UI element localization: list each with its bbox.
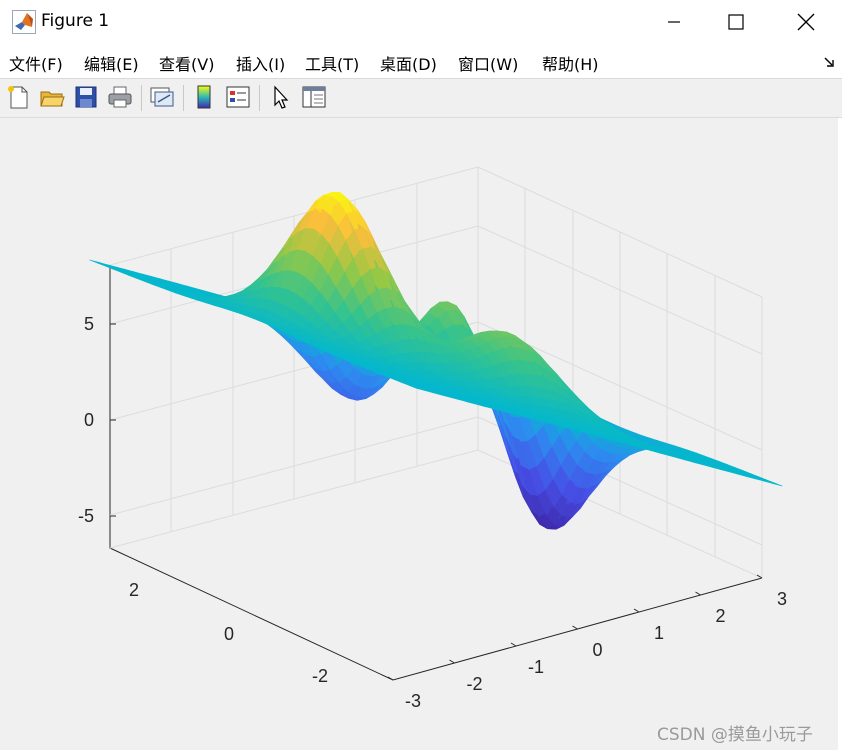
save-icon: [75, 86, 97, 108]
axis-tick: [572, 625, 578, 630]
new-figure-button[interactable]: [4, 83, 32, 111]
y-tick-label: 2: [129, 580, 139, 600]
axis-tick: [449, 659, 455, 664]
toolbar-separator: [141, 85, 142, 111]
toolbar-separator: [259, 85, 260, 111]
insert-legend-icon: [226, 86, 250, 108]
z-tick-label: 5: [84, 314, 94, 334]
y-tick-label: -2: [312, 666, 328, 686]
print-icon: [108, 86, 132, 108]
insert-legend-button[interactable]: [224, 83, 252, 111]
z-tick-label: -5: [78, 506, 94, 526]
surface-plot[interactable]: -5 0 5 -3 -2 -1 0 1 2 3 -2 0 2: [0, 118, 838, 750]
edit-plot-icon: [274, 85, 289, 109]
axis-tick: [510, 642, 517, 647]
maximize-icon: [728, 14, 744, 30]
open-file-icon: [40, 91, 65, 107]
menu-insert[interactable]: 插入(I): [236, 51, 285, 75]
matlab-logo-icon[interactable]: [12, 10, 36, 34]
x-tick-label: 2: [715, 606, 725, 626]
menu-help[interactable]: 帮助(H): [542, 51, 599, 75]
menu-edit[interactable]: 编辑(E): [84, 51, 139, 75]
dock-arrow-icon[interactable]: [823, 56, 835, 68]
close-button[interactable]: [783, 0, 829, 44]
minimize-button[interactable]: [651, 0, 697, 44]
menu-file[interactable]: 文件(F): [9, 51, 63, 75]
print-button[interactable]: [106, 83, 134, 111]
x-tick-label: 1: [654, 623, 664, 643]
new-figure-icon: [8, 86, 28, 109]
menu-view[interactable]: 查看(V): [159, 51, 214, 75]
menu-desktop[interactable]: 桌面(D): [380, 51, 437, 75]
menu-tools[interactable]: 工具(T): [305, 51, 359, 75]
menu-bar: 文件(F) 编辑(E) 查看(V) 插入(I) 工具(T) 桌面(D) 窗口(W…: [0, 44, 842, 79]
link-plot-button[interactable]: [148, 83, 176, 111]
y-tick-label: 0: [224, 624, 234, 644]
close-icon: [797, 13, 815, 31]
figure-toolbar: [0, 79, 842, 118]
x-tick-label: 3: [777, 589, 787, 609]
link-plot-icon: [150, 87, 174, 107]
watermark: CSDN @摸鱼小玩子: [657, 725, 813, 745]
x-tick-label: -2: [466, 674, 482, 694]
edit-plot-button[interactable]: [266, 83, 294, 111]
surface-patch: [765, 480, 783, 487]
open-file-button[interactable]: [38, 83, 66, 111]
x-tick-label: 0: [592, 640, 602, 660]
axis-tick: [695, 591, 701, 596]
window-edge: [838, 118, 842, 750]
z-tick-label: 0: [84, 410, 94, 430]
save-button[interactable]: [72, 83, 100, 111]
x-tick-label: -3: [405, 691, 421, 711]
toolbar-separator: [183, 85, 184, 111]
minimize-icon: [668, 21, 680, 23]
property-inspector-button[interactable]: [300, 83, 328, 111]
x-tick-label: -1: [528, 657, 544, 677]
maximize-button[interactable]: [713, 0, 759, 44]
insert-colorbar-button[interactable]: [190, 83, 218, 111]
axis-tick: [633, 608, 640, 613]
insert-colorbar-icon: [197, 85, 211, 109]
window-title: Figure 1: [41, 11, 110, 31]
property-inspector-icon: [302, 86, 326, 108]
title-bar: Figure 1: [0, 0, 842, 44]
menu-window[interactable]: 窗口(W): [458, 51, 518, 75]
